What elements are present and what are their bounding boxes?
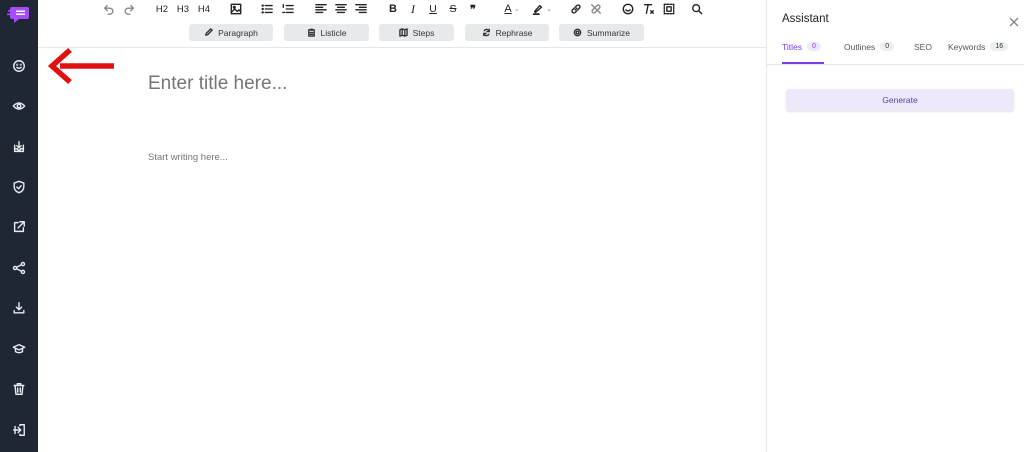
trash-icon[interactable]: [7, 377, 31, 401]
graduation-cap-icon[interactable]: [7, 337, 31, 361]
formatting-toolbar: H2 H3 H4 B I U S ❞ A ⌄ ⌄: [38, 0, 766, 18]
chevron-down-icon: ⌄: [513, 6, 520, 13]
listicle-label: Listicle: [320, 27, 347, 38]
tab-keywords-label: Keywords: [948, 42, 986, 52]
summarize-label: Summarize: [587, 27, 630, 38]
tab-seo-label: SEO: [914, 42, 932, 52]
chevron-down-icon: ⌄: [546, 6, 552, 13]
steps-label: Steps: [412, 27, 435, 38]
bullet-list-icon[interactable]: [260, 1, 274, 17]
italic-button[interactable]: I: [406, 1, 420, 17]
select-all-icon[interactable]: [662, 1, 676, 17]
tab-titles[interactable]: Titles 0: [782, 42, 824, 64]
font-color-label: A: [504, 3, 512, 15]
clipboard-icon: [307, 28, 315, 37]
align-center-icon[interactable]: [334, 1, 348, 17]
tab-titles-label: Titles: [782, 42, 802, 52]
search-icon[interactable]: [690, 1, 704, 17]
tab-outlines[interactable]: Outlines 0: [844, 42, 895, 64]
numbered-list-icon[interactable]: [281, 1, 295, 17]
pencil-icon: [205, 28, 213, 36]
download-icon[interactable]: [7, 296, 31, 320]
smiley-icon[interactable]: [7, 54, 31, 78]
heading-3-button[interactable]: H3: [174, 1, 192, 17]
settings-icon: [573, 28, 582, 37]
clear-format-icon[interactable]: [642, 1, 656, 17]
keywords-count-badge: 16: [990, 42, 1009, 51]
panel-title: Assistant: [782, 13, 829, 25]
share-icon[interactable]: [7, 256, 31, 280]
map-icon: [398, 28, 408, 37]
font-color-button[interactable]: A ⌄: [498, 1, 526, 17]
outlines-count-badge: 0: [880, 42, 895, 51]
bold-button[interactable]: B: [386, 1, 400, 17]
generate-button[interactable]: Generate: [786, 89, 1014, 111]
heading-4-button[interactable]: H4: [195, 1, 213, 17]
underline-button[interactable]: U: [426, 1, 440, 17]
eye-icon[interactable]: [7, 94, 31, 118]
close-icon[interactable]: [1009, 14, 1019, 27]
highlight-button[interactable]: ⌄: [528, 1, 556, 17]
shield-icon[interactable]: [7, 175, 31, 199]
sidebar: [0, 0, 38, 452]
image-icon[interactable]: [229, 1, 243, 17]
save-tray-icon[interactable]: [7, 135, 31, 159]
tab-seo[interactable]: SEO: [914, 42, 932, 64]
heading-2-button[interactable]: H2: [153, 1, 171, 17]
body-input[interactable]: [148, 150, 708, 164]
blockquote-button[interactable]: ❞: [466, 1, 480, 17]
titles-count-badge: 0: [807, 42, 821, 51]
emoji-icon[interactable]: [621, 1, 635, 17]
assistant-panel: Assistant Titles 0 Outlines 0 SEO Keywor…: [766, 0, 1024, 452]
summarize-button[interactable]: Summarize: [559, 24, 644, 41]
paragraph-button[interactable]: Paragraph: [189, 24, 273, 41]
logo-icon[interactable]: [7, 5, 31, 25]
strikethrough-button[interactable]: S: [446, 1, 460, 17]
editor: H2 H3 H4 B I U S ❞ A ⌄ ⌄ Paragraph Listi…: [38, 0, 766, 452]
highlighter-icon: [532, 4, 543, 15]
rephrase-label: Rephrase: [495, 27, 533, 38]
align-left-icon[interactable]: [314, 1, 328, 17]
tab-keywords[interactable]: Keywords 16: [948, 42, 1009, 64]
tabs-divider: [767, 64, 1024, 65]
external-link-icon[interactable]: [7, 215, 31, 239]
logout-icon[interactable]: [7, 418, 31, 442]
paragraph-label: Paragraph: [218, 27, 258, 38]
align-right-icon[interactable]: [354, 1, 368, 17]
rephrase-button[interactable]: Rephrase: [465, 24, 549, 41]
undo-icon[interactable]: [102, 1, 116, 17]
unlink-icon[interactable]: [589, 1, 603, 17]
redo-icon[interactable]: [122, 1, 136, 17]
refresh-icon: [482, 28, 490, 37]
steps-button[interactable]: Steps: [379, 24, 454, 41]
link-icon[interactable]: [569, 1, 583, 17]
title-input[interactable]: [148, 71, 708, 97]
listicle-button[interactable]: Listicle: [284, 24, 369, 41]
toolbar-divider: [38, 47, 766, 48]
tab-outlines-label: Outlines: [844, 42, 876, 52]
